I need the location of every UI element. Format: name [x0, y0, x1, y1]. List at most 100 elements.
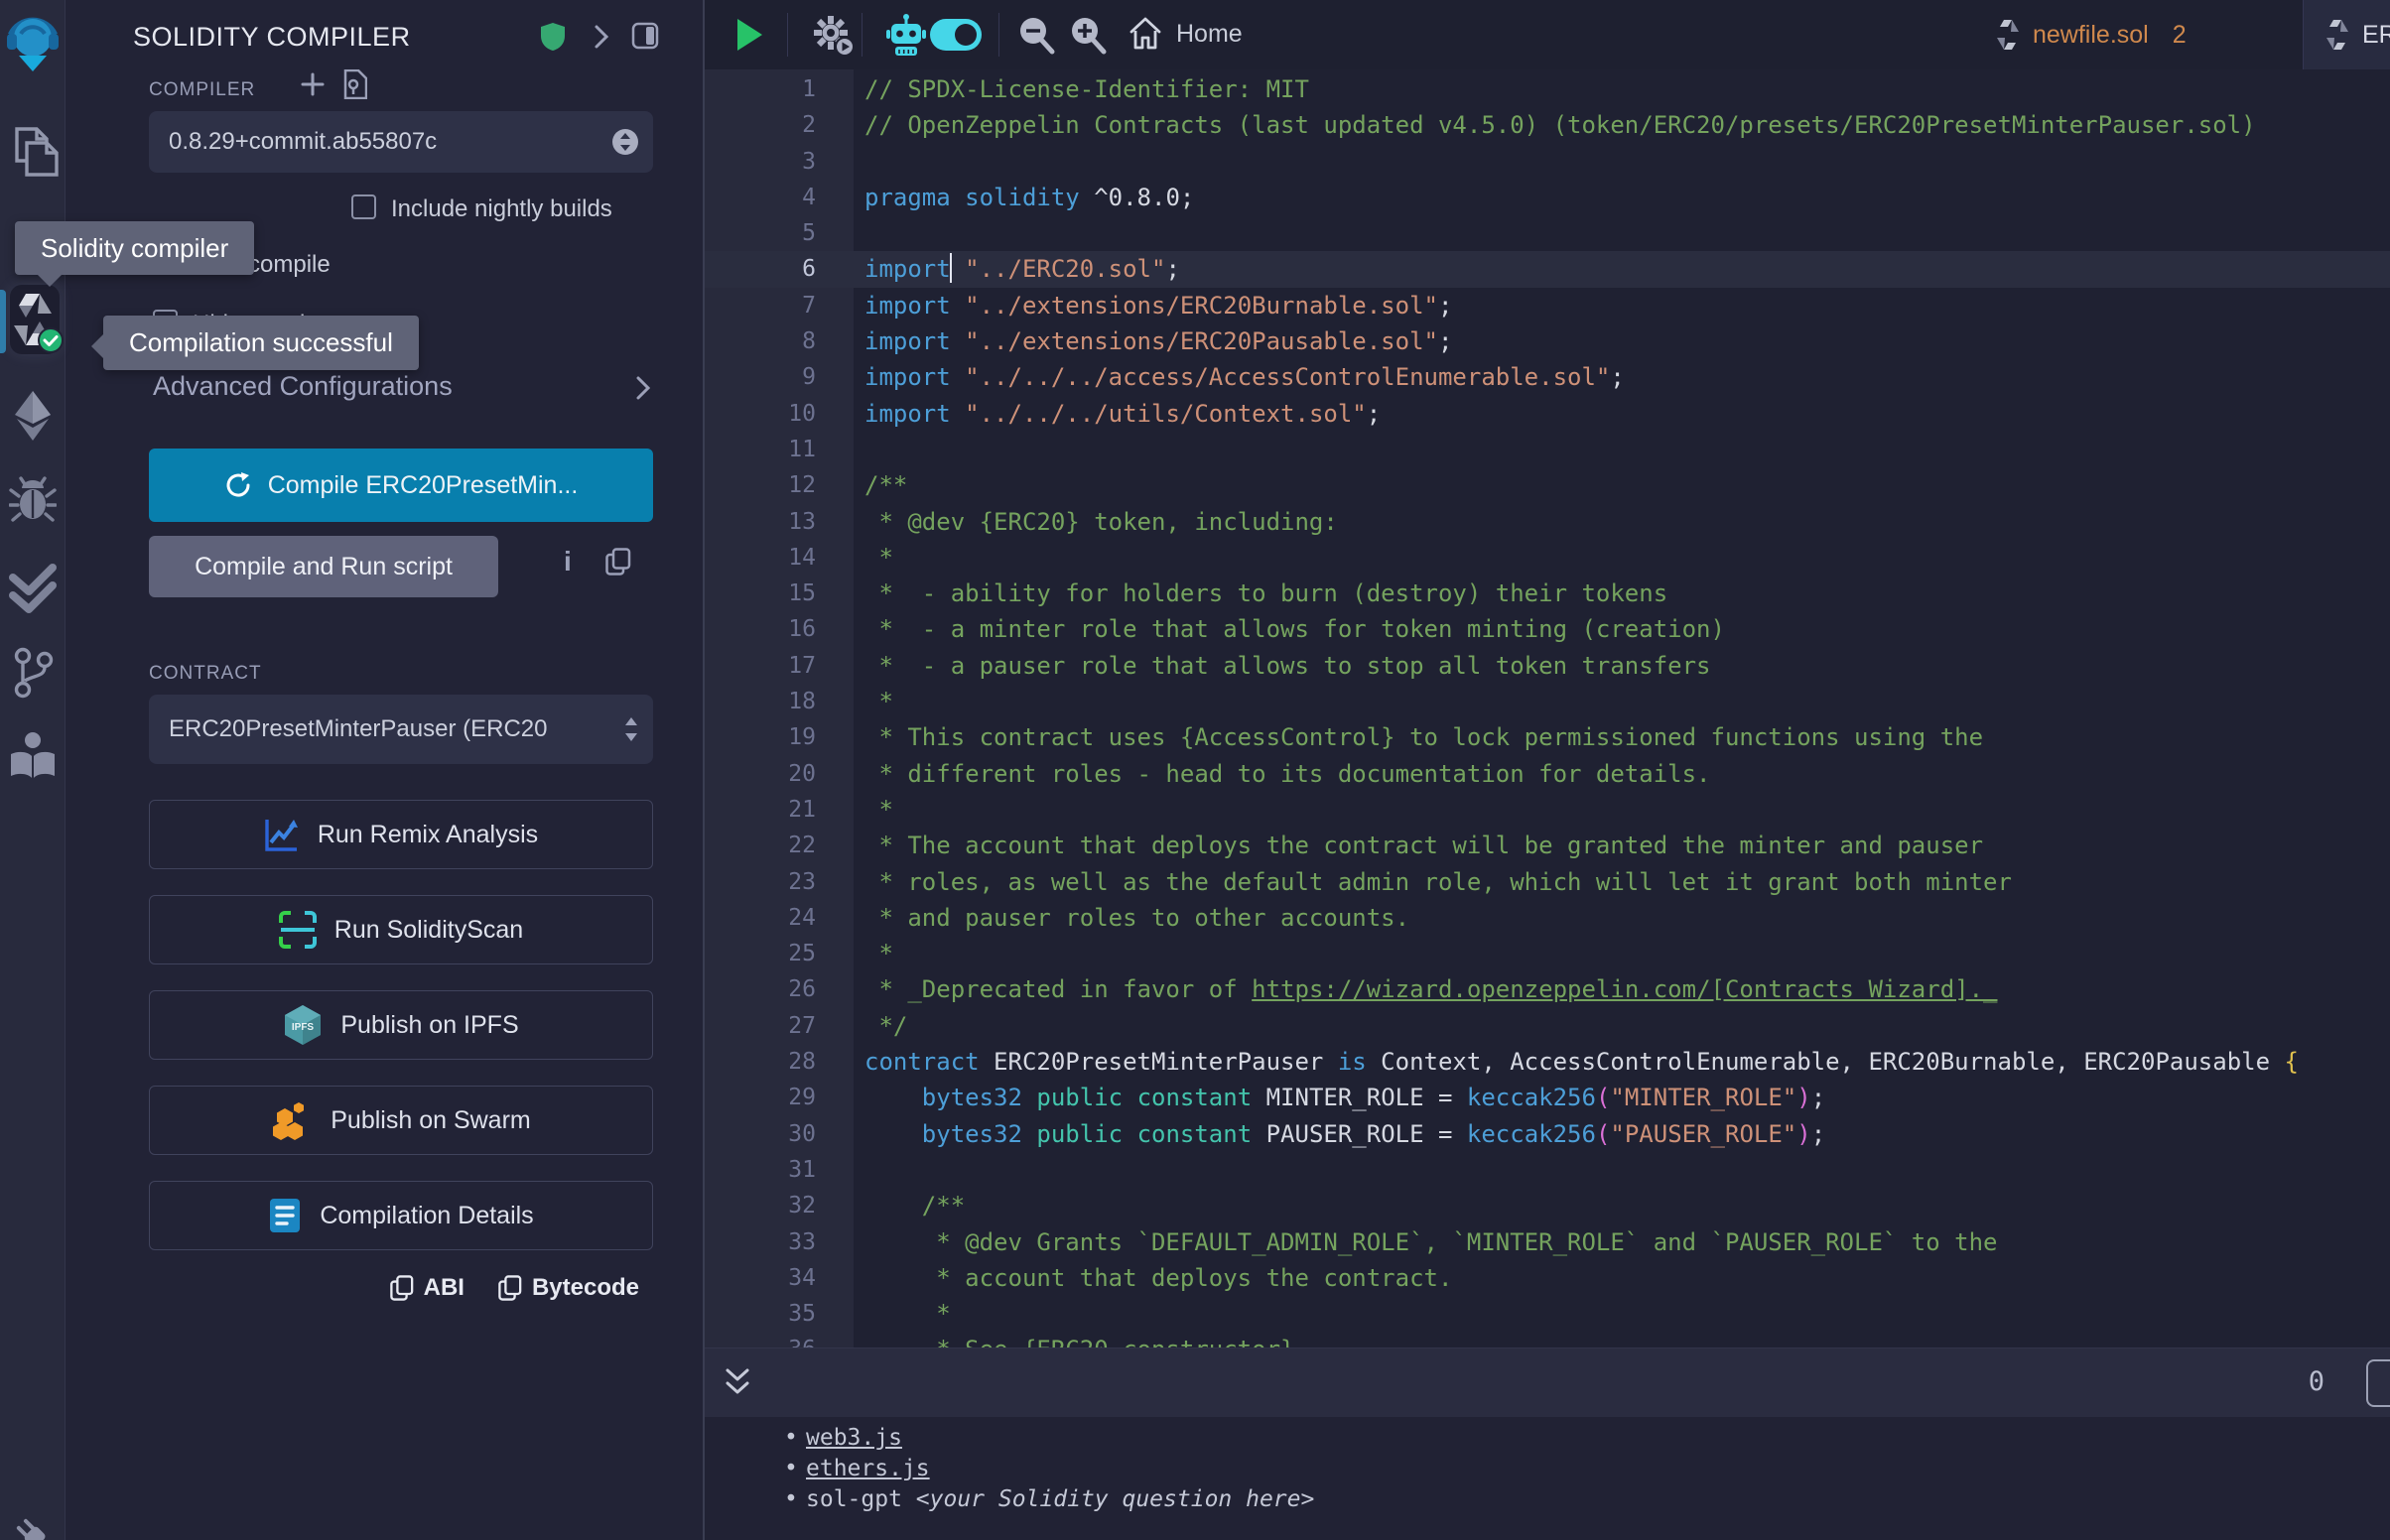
code-line-21: 21 *	[705, 792, 2390, 828]
tooltip-text: Compilation successful	[129, 327, 393, 358]
contract-select[interactable]: ERC20PresetMinterPauser (ERC20	[149, 695, 653, 764]
run-remix-analysis-button-label: Run Remix Analysis	[318, 821, 538, 849]
line-number: 10	[705, 396, 854, 432]
sidebar-item-unit-testing[interactable]	[0, 564, 66, 613]
compilation-details-button[interactable]: Compilation Details	[149, 1181, 653, 1250]
code-line-12: 12/**	[705, 467, 2390, 503]
code-line-33: 33 * @dev Grants `DEFAULT_ADMIN_ROLE`, `…	[705, 1224, 2390, 1260]
compiler-version-value: 0.8.29+commit.ab55807c	[169, 128, 437, 156]
terminal-list-item: •ethers.js	[784, 1454, 2390, 1484]
compiler-license-icon[interactable]	[341, 69, 367, 99]
chevrons-down-icon[interactable]	[723, 1366, 752, 1400]
code-line-23: 23 * roles, as well as the default admin…	[705, 864, 2390, 900]
line-number: 8	[705, 323, 854, 359]
sidebar-item-plugin-manager[interactable]	[0, 1512, 66, 1540]
run-solidityscan-button[interactable]: Run SolidityScan	[149, 895, 653, 964]
sidebar-item-deploy-run[interactable]	[0, 391, 66, 441]
line-number: 1	[705, 71, 854, 107]
permissions-shield-icon[interactable]	[540, 22, 566, 52]
remix-ide-window: SOLIDITY COMPILER COMPILER 0.8.29+commit…	[0, 0, 2390, 1540]
chevron-right-icon[interactable]	[594, 24, 609, 50]
copy-script-icon[interactable]	[605, 548, 631, 576]
code-line-17: 17 * - a pauser role that allows to stop…	[705, 648, 2390, 684]
compilation-status-tooltip: Compilation successful	[103, 316, 419, 370]
compile-button-label: Compile ERC20PresetMin...	[268, 471, 579, 500]
code-line-16: 16 * - a minter role that allows for tok…	[705, 611, 2390, 647]
publish-swarm-button-label: Publish on Swarm	[331, 1106, 530, 1135]
line-number: 16	[705, 611, 854, 647]
compile-and-run-button[interactable]: Compile and Run script	[149, 536, 498, 597]
tab-ERC20PresetMinterPauser.sol[interactable]: ERC20PresetMinterPauser.sol	[2303, 0, 2390, 69]
script-config-gear-icon[interactable]	[810, 12, 856, 58]
tooltip-text: Solidity compiler	[41, 233, 228, 264]
advanced-chevron-icon[interactable]	[635, 375, 651, 401]
compiler-section-label: COMPILER	[149, 79, 255, 101]
sidebar-item-debugger[interactable]	[0, 476, 66, 522]
terminal-link-ethers.js[interactable]: ethers.js	[806, 1456, 930, 1481]
zoom-in-icon[interactable]	[1067, 15, 1109, 57]
line-number: 14	[705, 540, 854, 576]
code-line-32: 32 /**	[705, 1188, 2390, 1223]
copy-abi-button[interactable]: ABI	[390, 1274, 465, 1302]
pin-panel-icon[interactable]	[631, 22, 659, 50]
copy-bytecode-button[interactable]: Bytecode	[498, 1274, 639, 1302]
include-nightly-label: Include nightly builds	[391, 195, 612, 223]
code-line-22: 22 * The account that deploys the contra…	[705, 828, 2390, 863]
tab-newfile.sol[interactable]: newfile.sol2	[1973, 0, 2303, 69]
terminal-header: 0	[705, 1348, 2390, 1417]
tab-home[interactable]: Home	[1129, 16, 1243, 52]
line-number: 31	[705, 1152, 854, 1188]
compilation-success-badge-icon	[38, 327, 64, 353]
line-number: 2	[705, 107, 854, 143]
terminal-panel: 0 •web3.js•ethers.js•sol-gpt <your Solid…	[705, 1348, 2390, 1540]
code-line-7: 7import "../extensions/ERC20Burnable.sol…	[705, 288, 2390, 323]
line-number: 30	[705, 1116, 854, 1152]
compiler-version-select[interactable]: 0.8.29+commit.ab55807c	[149, 111, 653, 173]
sidebar-item-learneth[interactable]	[0, 730, 66, 782]
code-line-6: 6import "../ERC20.sol";	[705, 251, 2390, 287]
bytecode-label: Bytecode	[532, 1274, 639, 1302]
editor-toolbar-and-tabs: Home newfile.sol2 ERC20PresetMinterPauser…	[705, 0, 2390, 69]
publish-ipfs-button-label: Publish on IPFS	[340, 1011, 518, 1040]
terminal-list-item: •web3.js	[784, 1423, 2390, 1454]
compile-button[interactable]: Compile ERC20PresetMin...	[149, 449, 653, 522]
add-compiler-icon[interactable]	[300, 71, 326, 97]
advanced-configurations-toggle[interactable]: Advanced Configurations	[153, 371, 453, 402]
home-tab-label: Home	[1176, 20, 1243, 49]
code-line-14: 14 *	[705, 540, 2390, 576]
code-line-4: 4pragma solidity ^0.8.0;	[705, 180, 2390, 215]
line-number: 22	[705, 828, 854, 863]
line-number: 28	[705, 1044, 854, 1080]
remix-ai-robot-icon[interactable]	[885, 13, 927, 57]
code-line-1: 1// SPDX-License-Identifier: MIT	[705, 71, 2390, 107]
ai-copilot-toggle[interactable]	[930, 19, 982, 51]
terminal-corner-control[interactable]	[2366, 1359, 2390, 1407]
sidebar-item-file-explorer[interactable]	[0, 125, 66, 179]
info-icon[interactable]: i	[564, 546, 572, 578]
code-line-27: 27 */	[705, 1008, 2390, 1044]
publish-ipfs-button[interactable]: IPFSPublish on IPFS	[149, 990, 653, 1060]
publish-swarm-button[interactable]: Publish on Swarm	[149, 1086, 653, 1155]
line-number: 15	[705, 576, 854, 611]
page-title: SOLIDITY COMPILER	[133, 22, 411, 53]
line-number: 32	[705, 1188, 854, 1223]
zoom-out-icon[interactable]	[1015, 15, 1057, 57]
code-editor[interactable]: 1// SPDX-License-Identifier: MIT2// Open…	[705, 69, 2390, 1348]
solidity-file-icon	[2326, 20, 2348, 50]
code-line-35: 35 *	[705, 1296, 2390, 1332]
main-area: Home newfile.sol2 ERC20PresetMinterPauser…	[705, 0, 2390, 1540]
chart-icon	[264, 817, 300, 852]
code-line-30: 30 bytes32 public constant PAUSER_ROLE =…	[705, 1116, 2390, 1152]
compile-and-run-label: Compile and Run script	[195, 553, 453, 581]
code-line-26: 26 * _Deprecated in favor of https://wiz…	[705, 971, 2390, 1007]
tab-label: ERC20PresetMinterPauser.sol	[2362, 21, 2390, 50]
sidebar-item-git[interactable]	[0, 647, 66, 699]
terminal-link-web3.js[interactable]: web3.js	[806, 1425, 902, 1451]
run-solidityscan-button-label: Run SolidityScan	[334, 916, 523, 945]
run-remix-analysis-button[interactable]: Run Remix Analysis	[149, 800, 653, 869]
include-nightly-checkbox[interactable]	[351, 194, 376, 219]
line-number: 9	[705, 359, 854, 395]
remix-logo	[0, 10, 66, 75]
abi-label: ABI	[424, 1274, 465, 1302]
run-script-play-button[interactable]	[734, 17, 764, 53]
